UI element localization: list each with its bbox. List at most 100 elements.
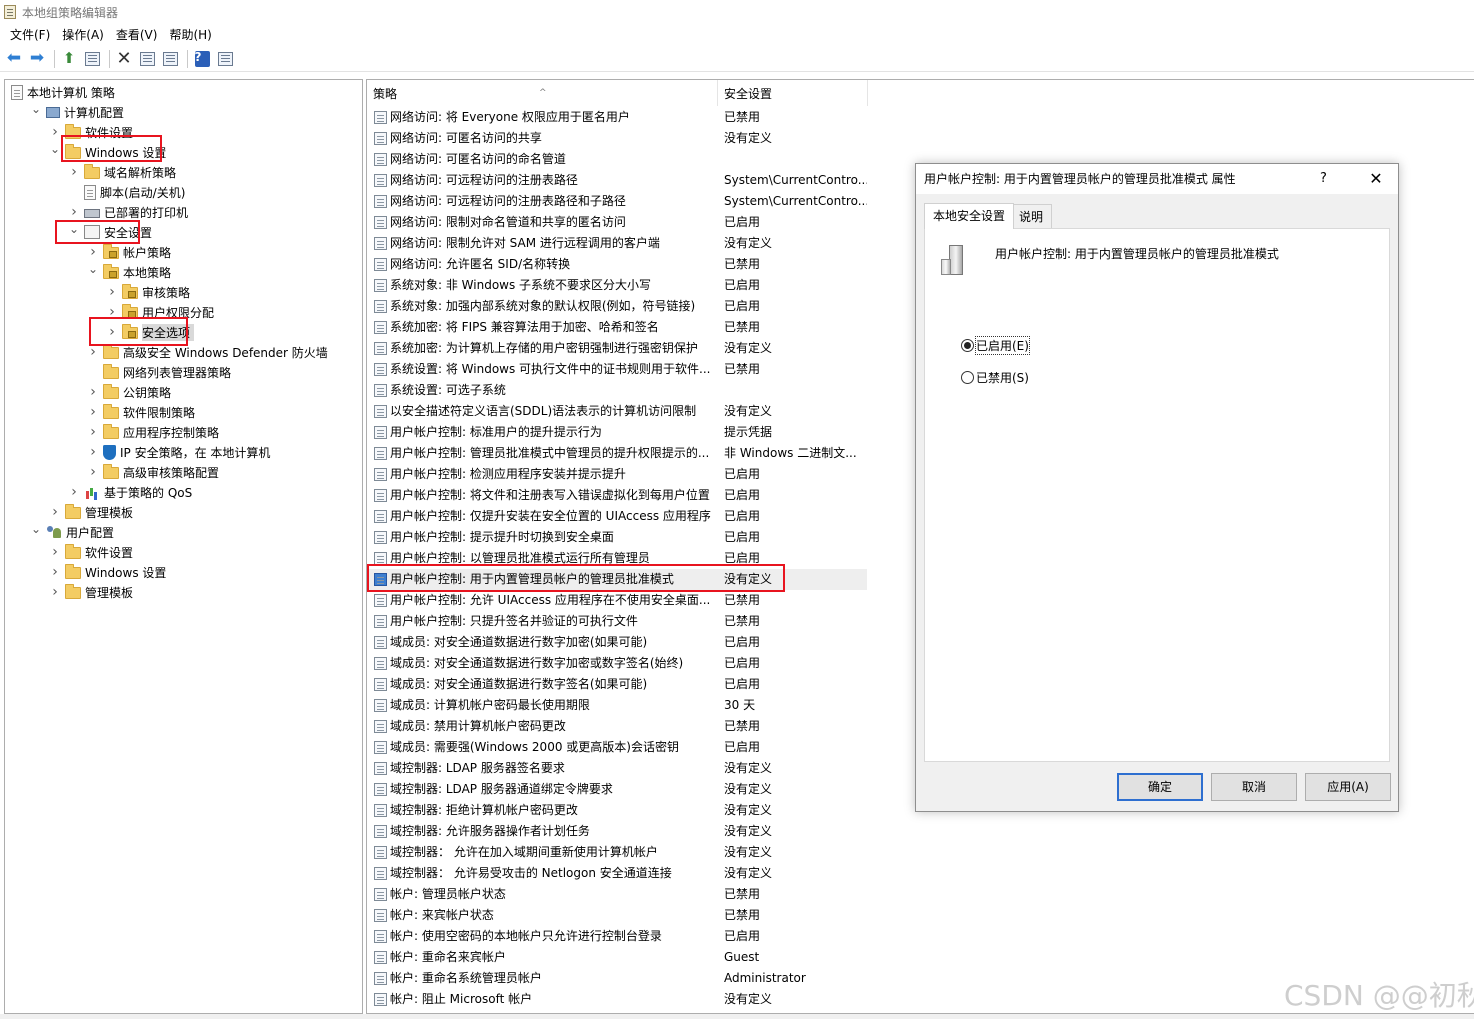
menu-file[interactable]: 文件(F) (4, 25, 56, 45)
column-header-policy[interactable]: 策略 ^ (367, 80, 718, 106)
tree-node[interactable]: › 域名解析策略 (68, 162, 176, 182)
tree-node[interactable]: › 审核策略 (106, 282, 190, 302)
tree-node[interactable]: › 用户权限分配 (106, 302, 214, 322)
expander-closed-icon[interactable]: › (68, 484, 80, 500)
table-row[interactable]: 网络访问: 限制允许对 SAM 进行远程调用的客户端 没有定义 (367, 233, 867, 254)
table-row[interactable]: 域控制器: 拒绝计算机帐户密码更改 没有定义 (367, 800, 867, 821)
show-hide-tree-icon[interactable] (82, 49, 102, 69)
table-row[interactable]: 网络访问: 可匿名访问的命名管道 (367, 149, 867, 170)
expander-open-icon[interactable]: ⌄ (68, 222, 80, 236)
expander-open-icon[interactable]: ⌄ (30, 102, 42, 116)
apply-button[interactable]: 应用(A) (1305, 773, 1391, 801)
tree-node[interactable]: › 应用程序控制策略 (87, 422, 219, 442)
properties-icon[interactable] (137, 49, 157, 69)
radio-enabled-label[interactable]: 已启用(E) (975, 336, 1030, 355)
tree-node[interactable]: › 软件设置 (49, 122, 133, 142)
tree-node[interactable]: 脚本(启动/关机) (68, 182, 185, 202)
table-row[interactable]: 域成员: 需要强(Windows 2000 或更高版本)会话密钥 已启用 (367, 737, 867, 758)
export-list-icon[interactable] (160, 49, 180, 69)
table-row[interactable]: 域成员: 对安全通道数据进行数字签名(如果可能) 已启用 (367, 674, 867, 695)
delete-icon[interactable]: ✕ (114, 49, 134, 69)
tree-node[interactable]: › 基于策略的 QoS (68, 482, 192, 502)
ok-button[interactable]: 确定 (1117, 773, 1203, 801)
table-row[interactable]: 域控制器： 允许在加入域期间重新使用计算机帐户 没有定义 (367, 842, 867, 863)
table-row[interactable]: 用户帐户控制: 标准用户的提升提示行为 提示凭据 (367, 422, 867, 443)
menu-view[interactable]: 查看(V) (110, 25, 164, 45)
tab-explain[interactable]: 说明 (1010, 204, 1053, 228)
tree-node[interactable]: › 帐户策略 (87, 242, 171, 262)
tree-node[interactable]: ⌄ 安全设置 (68, 222, 152, 242)
tree-node[interactable]: › 安全选项 (106, 322, 195, 342)
expander-closed-icon[interactable]: › (87, 464, 99, 480)
table-row[interactable]: 用户帐户控制: 管理员批准模式中管理员的提升权限提示的... 非 Windows … (367, 443, 867, 464)
table-row[interactable]: 域控制器: LDAP 服务器签名要求 没有定义 (367, 758, 867, 779)
expander-open-icon[interactable]: ⌄ (30, 522, 42, 536)
table-row[interactable]: 系统设置: 可选子系统 (367, 380, 867, 401)
tree-node[interactable]: ⌄ 用户配置 (30, 522, 114, 542)
table-row[interactable]: 帐户: 重命名系统管理员帐户 Administrator (367, 968, 867, 989)
table-row[interactable]: 系统加密: 将 FIPS 兼容算法用于加密、哈希和签名 已禁用 (367, 317, 867, 338)
table-row[interactable]: 用户帐户控制: 仅提升安装在安全位置的 UIAccess 应用程序 已启用 (367, 506, 867, 527)
table-row[interactable]: 域成员: 对安全通道数据进行数字加密或数字签名(始终) 已启用 (367, 653, 867, 674)
table-row[interactable]: 域成员: 对安全通道数据进行数字加密(如果可能) 已启用 (367, 632, 867, 653)
table-row[interactable]: 域成员: 计算机帐户密码最长使用期限 30 天 (367, 695, 867, 716)
tree-node[interactable]: ⌄ Windows 设置 (49, 142, 166, 162)
table-row[interactable]: 网络访问: 允许匿名 SID/名称转换 已禁用 (367, 254, 867, 275)
tree-node[interactable]: › 管理模板 (49, 582, 133, 602)
forward-arrow-icon[interactable]: ➡ (27, 49, 47, 69)
table-row[interactable]: 网络访问: 可远程访问的注册表路径 System\CurrentContro... (367, 170, 867, 191)
table-row[interactable]: 域控制器: LDAP 服务器通道绑定令牌要求 没有定义 (367, 779, 867, 800)
table-row[interactable]: 网络访问: 限制对命名管道和共享的匿名访问 已启用 (367, 212, 867, 233)
tree-node[interactable]: ⌄ 计算机配置 (30, 102, 124, 122)
radio-disabled-circle[interactable] (961, 371, 974, 384)
column-header-security-setting[interactable]: 安全设置 (718, 80, 868, 106)
table-row[interactable]: 域控制器: 允许服务器操作者计划任务 没有定义 (367, 821, 867, 842)
cancel-button[interactable]: 取消 (1211, 773, 1297, 801)
expander-closed-icon[interactable]: › (87, 244, 99, 260)
expander-closed-icon[interactable]: › (106, 304, 118, 320)
table-row[interactable]: 帐户: 管理员帐户状态 已禁用 (367, 884, 867, 905)
tree-node[interactable]: › 管理模板 (49, 502, 133, 522)
table-row[interactable]: 域控制器： 允许易受攻击的 Netlogon 安全通道连接 没有定义 (367, 863, 867, 884)
expander-closed-icon[interactable]: › (87, 444, 99, 460)
table-row[interactable]: 系统设置: 将 Windows 可执行文件中的证书规则用于软件... 已禁用 (367, 359, 867, 380)
expander-closed-icon[interactable]: › (87, 344, 99, 360)
tree-node[interactable]: › Windows 设置 (49, 562, 166, 582)
table-row[interactable]: 帐户: 使用空密码的本地帐户只允许进行控制台登录 已启用 (367, 926, 867, 947)
table-row[interactable]: 网络访问: 可匿名访问的共享 没有定义 (367, 128, 867, 149)
expander-open-icon[interactable]: ⌄ (49, 142, 61, 156)
expander-closed-icon[interactable]: › (68, 164, 80, 180)
close-icon[interactable]: ✕ (1362, 164, 1390, 194)
view-icon[interactable] (215, 49, 235, 69)
tree-node[interactable]: › 软件限制策略 (87, 402, 195, 422)
console-tree[interactable]: 本地计算机 策略 ⌄ 计算机配置 › 软件设置 ⌄ Windows 设置 › 域名解析策略 脚本(… (4, 79, 363, 1014)
table-row[interactable]: 系统加密: 为计算机上存储的用户密钥强制进行强密钥保护 没有定义 (367, 338, 867, 359)
expander-closed-icon[interactable]: › (49, 584, 61, 600)
table-row[interactable]: 网络访问: 将 Everyone 权限应用于匿名用户 已禁用 (367, 107, 867, 128)
table-row[interactable]: 系统对象: 非 Windows 子系统不要求区分大小写 已启用 (367, 275, 867, 296)
expander-closed-icon[interactable]: › (106, 324, 118, 340)
table-row[interactable]: 用户帐户控制: 提示提升时切换到安全桌面 已启用 (367, 527, 867, 548)
table-row[interactable]: 以安全描述符定义语言(SDDL)语法表示的计算机访问限制 没有定义 (367, 401, 867, 422)
tree-node[interactable]: 本地计算机 策略 (11, 82, 115, 102)
radio-enabled-circle[interactable] (961, 339, 974, 352)
back-arrow-icon[interactable]: ⬅ (4, 49, 24, 69)
tree-node[interactable]: › 高级审核策略配置 (87, 462, 219, 482)
expander-closed-icon[interactable]: › (87, 384, 99, 400)
menu-action[interactable]: 操作(A) (56, 25, 110, 45)
expander-closed-icon[interactable]: › (49, 544, 61, 560)
expander-closed-icon[interactable]: › (49, 504, 61, 520)
table-row[interactable]: 网络访问: 可远程访问的注册表路径和子路径 System\CurrentContr… (367, 191, 867, 212)
expander-open-icon[interactable]: ⌄ (87, 262, 99, 276)
table-row[interactable]: 用户帐户控制: 只提升签名并验证的可执行文件 已禁用 (367, 611, 867, 632)
menu-help[interactable]: 帮助(H) (163, 25, 217, 45)
tree-node[interactable]: › 高级安全 Windows Defender 防火墙 (87, 342, 328, 362)
help-icon[interactable]: ? (192, 49, 212, 69)
tree-node[interactable]: › 已部署的打印机 (68, 202, 188, 222)
table-row[interactable]: 用户帐户控制: 用于内置管理员帐户的管理员批准模式 没有定义 (367, 569, 867, 590)
tree-node[interactable]: › 公钥策略 (87, 382, 171, 402)
tree-node[interactable]: 网络列表管理器策略 (87, 362, 231, 382)
table-row[interactable]: 帐户: 阻止 Microsoft 帐户 没有定义 (367, 989, 867, 1010)
tree-node[interactable]: ⌄ 本地策略 (87, 262, 171, 282)
table-row[interactable]: 用户帐户控制: 允许 UIAccess 应用程序在不使用安全桌面... 已禁用 (367, 590, 867, 611)
